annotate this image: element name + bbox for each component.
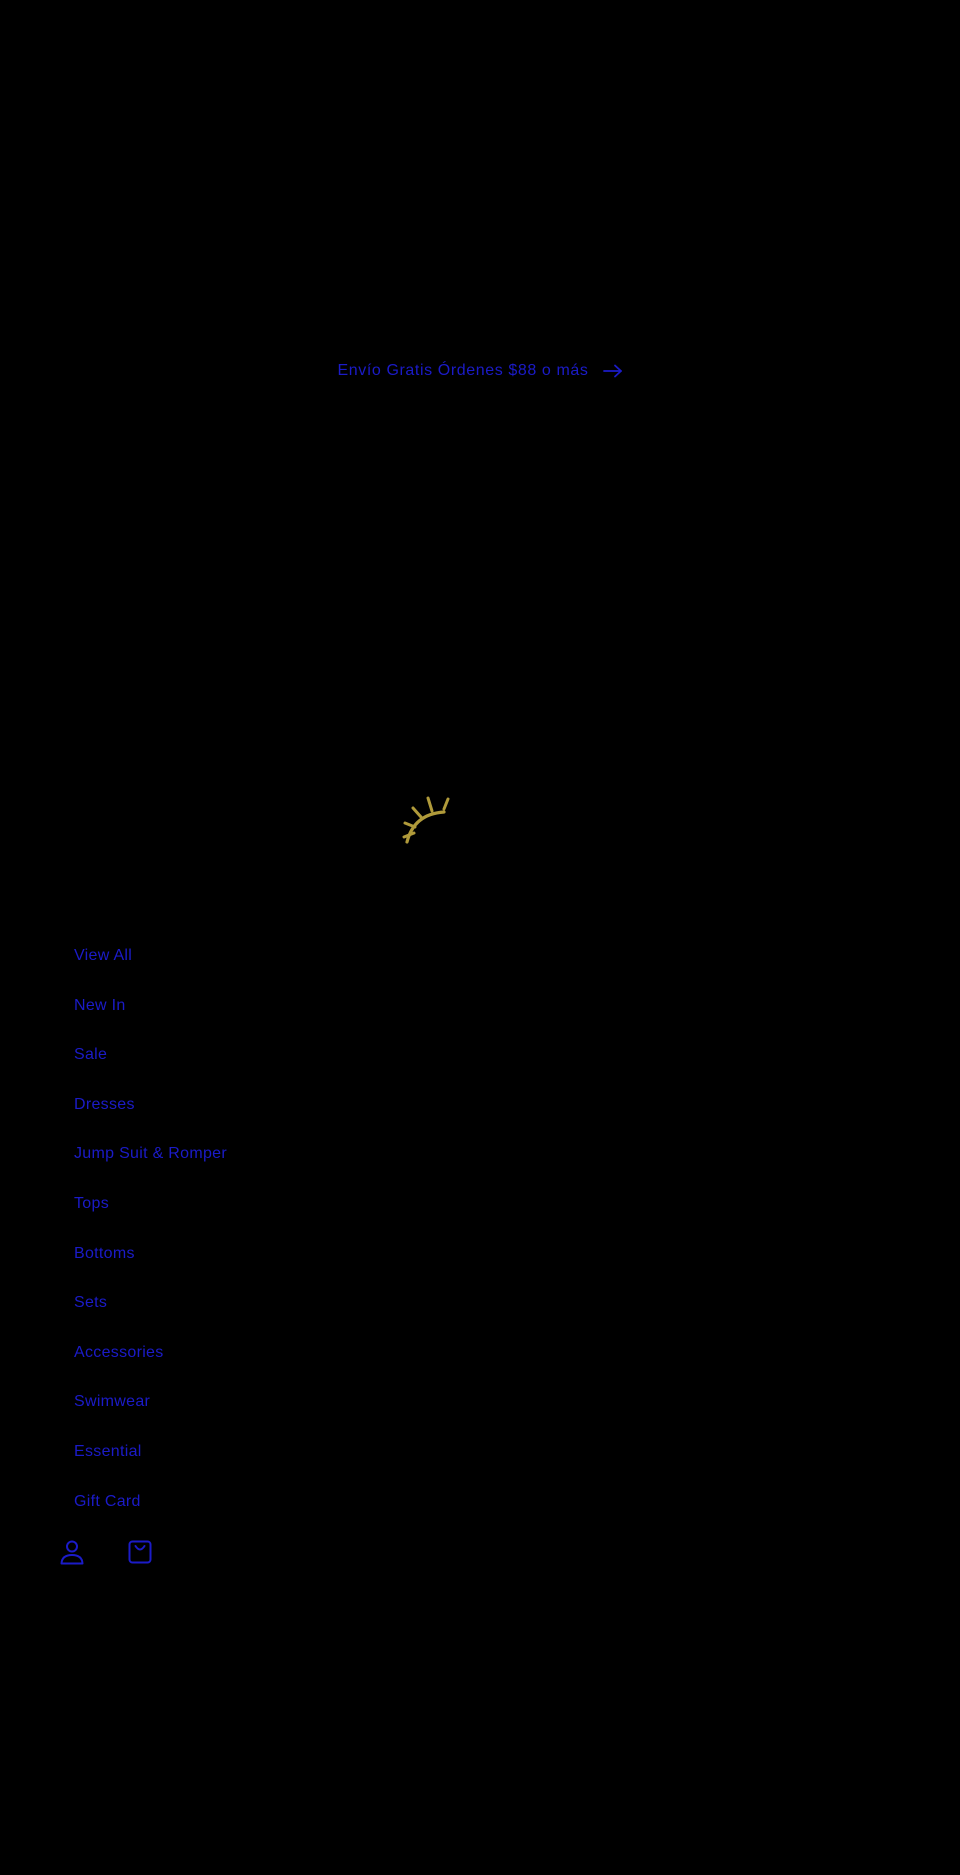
- menu-link-dresses[interactable]: Dresses: [74, 1096, 135, 1113]
- menu-item-sets: Sets: [74, 1292, 227, 1342]
- menu-link-bottoms[interactable]: Bottoms: [74, 1245, 135, 1262]
- menu-link-sale[interactable]: Sale: [74, 1046, 107, 1063]
- menu-item-essential: Essential: [74, 1441, 227, 1491]
- menu-link-swimwear[interactable]: Swimwear: [74, 1393, 150, 1410]
- menu-item-new-in: New In: [74, 995, 227, 1045]
- menu-item-bottoms: Bottoms: [74, 1243, 227, 1293]
- menu-link-view-all[interactable]: View All: [74, 947, 132, 964]
- arrow-right-icon: [602, 364, 622, 378]
- announcement-text: Envío Gratis Órdenes $88 o más: [337, 362, 589, 379]
- menu-link-accessories[interactable]: Accessories: [74, 1344, 164, 1361]
- menu-link-essential[interactable]: Essential: [74, 1443, 142, 1460]
- menu-link-new-in[interactable]: New In: [74, 997, 126, 1014]
- menu-item-swimwear: Swimwear: [74, 1391, 227, 1441]
- menu-link-tops[interactable]: Tops: [74, 1195, 109, 1212]
- account-icon[interactable]: [58, 1538, 86, 1566]
- announcement-link[interactable]: Envío Gratis Órdenes $88 o más: [338, 362, 623, 380]
- sun-logo[interactable]: [400, 775, 472, 847]
- utility-icons: [58, 1538, 154, 1566]
- menu-item-gift-card: Gift Card: [74, 1491, 227, 1541]
- menu-link-gift-card[interactable]: Gift Card: [74, 1493, 141, 1510]
- cart-icon[interactable]: [126, 1538, 154, 1566]
- menu-link-sets[interactable]: Sets: [74, 1294, 107, 1311]
- menu-item-accessories: Accessories: [74, 1342, 227, 1392]
- menu-item-dresses: Dresses: [74, 1094, 227, 1144]
- menu-item-view-all: View All: [74, 945, 227, 995]
- menu-link-jump-suit-romper[interactable]: Jump Suit & Romper: [74, 1145, 227, 1162]
- menu-item-jump-suit-romper: Jump Suit & Romper: [74, 1143, 227, 1193]
- menu-item-tops: Tops: [74, 1193, 227, 1243]
- announcement-bar: Envío Gratis Órdenes $88 o más: [0, 355, 960, 387]
- main-menu: View All New In Sale Dresses Jump Suit &…: [74, 945, 227, 1540]
- menu-item-sale: Sale: [74, 1044, 227, 1094]
